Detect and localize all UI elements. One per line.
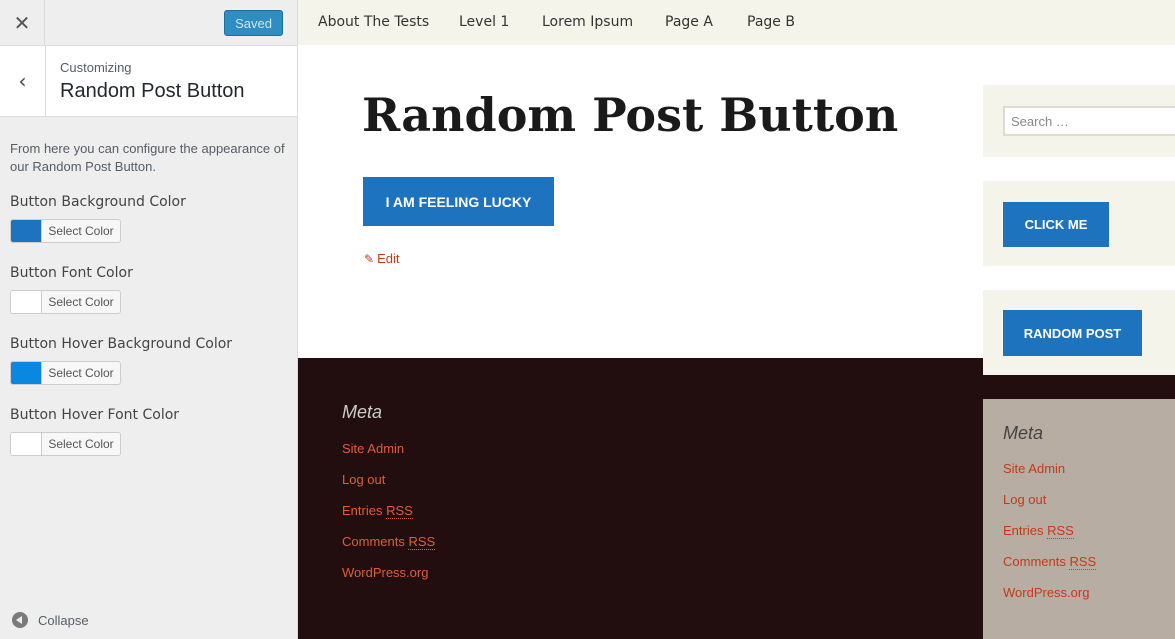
sidebar-link-comments-rss[interactable]: Comments RSS [1003, 554, 1097, 570]
footer-link-site-admin[interactable]: Site Admin [342, 441, 404, 456]
sidebar-link-log-out[interactable]: Log out [1003, 492, 1046, 507]
click-me-widget: CLICK ME [983, 181, 1175, 266]
hover-bg-color-label: Button Hover Background Color [10, 336, 233, 352]
bg-color-select-button[interactable]: Select Color [42, 220, 120, 242]
rss-abbr: RSS [1047, 523, 1074, 539]
hover-bg-color-swatch[interactable] [11, 362, 42, 384]
search-widget: Search … [983, 85, 1175, 157]
comments-label: Comments [1003, 554, 1066, 569]
click-me-button[interactable]: CLICK ME [1003, 202, 1109, 247]
collapse-label: Collapse [38, 612, 89, 628]
site-preview: About The Tests Level 1 Lorem Ipsum Page… [298, 0, 1175, 639]
section-header: ‹ Customizing Random Post Button [0, 46, 297, 117]
footer-meta-heading: Meta [342, 402, 383, 422]
hover-bg-color-picker[interactable]: Select Color [10, 361, 121, 385]
sidebar-meta-heading: Meta [1003, 423, 1044, 443]
random-post-widget: RANDOM POST [983, 290, 1175, 375]
hover-font-color-picker[interactable]: Select Color [10, 432, 121, 456]
nav-item-lorem-ipsum[interactable]: Lorem Ipsum [542, 14, 633, 30]
footer-link-wordpress-org[interactable]: WordPress.org [342, 565, 428, 580]
hover-bg-color-select-button[interactable]: Select Color [42, 362, 120, 384]
hover-font-color-label: Button Hover Font Color [10, 407, 180, 423]
hover-font-color-swatch[interactable] [11, 433, 42, 455]
entries-label: Entries [342, 503, 383, 518]
footer-link-log-out[interactable]: Log out [342, 472, 385, 487]
font-color-swatch[interactable] [11, 291, 42, 313]
rss-abbr: RSS [408, 534, 436, 550]
bg-color-swatch[interactable] [11, 220, 42, 242]
rss-abbr: RSS [1069, 554, 1097, 570]
nav-item-about-the-tests[interactable]: About The Tests [318, 14, 429, 30]
bg-color-label: Button Background Color [10, 194, 186, 210]
collapse-button[interactable]: Collapse [12, 612, 89, 628]
feeling-lucky-button[interactable]: I AM FEELING LUCKY [363, 177, 554, 226]
nav-item-level-1[interactable]: Level 1 [459, 14, 509, 30]
sidebar-link-entries-rss[interactable]: Entries RSS [1003, 523, 1074, 539]
font-color-select-button[interactable]: Select Color [42, 291, 120, 313]
customizer-panel: ✕ Saved ‹ Customizing Random Post Button… [0, 0, 298, 639]
edit-label: Edit [377, 251, 400, 266]
close-icon[interactable]: ✕ [0, 0, 45, 45]
random-post-button[interactable]: RANDOM POST [1003, 310, 1142, 356]
hover-font-color-select-button[interactable]: Select Color [42, 433, 120, 455]
entries-label: Entries [1003, 523, 1044, 538]
bg-color-picker[interactable]: Select Color [10, 219, 121, 243]
search-input[interactable]: Search … [1003, 106, 1175, 136]
nav-item-page-b[interactable]: Page B [747, 14, 795, 30]
saved-button[interactable]: Saved [224, 10, 283, 36]
sidebar-link-site-admin[interactable]: Site Admin [1003, 461, 1065, 476]
page-title: Random Post Button [362, 88, 899, 142]
sidebar-meta-widget: Meta Site Admin Log out Entries RSS Comm… [983, 399, 1175, 639]
comments-label: Comments [342, 534, 405, 549]
section-description: From here you can configure the appearan… [10, 141, 285, 174]
sidebar-link-wordpress-org[interactable]: WordPress.org [1003, 585, 1089, 600]
pencil-icon: ✎ [364, 251, 375, 266]
font-color-label: Button Font Color [10, 265, 133, 281]
font-color-picker[interactable]: Select Color [10, 290, 121, 314]
breadcrumb: Customizing [60, 60, 132, 75]
section-title: Random Post Button [60, 80, 245, 102]
collapse-arrow-icon [12, 612, 28, 628]
nav-item-page-a[interactable]: Page A [665, 14, 713, 30]
rss-abbr: RSS [386, 503, 413, 519]
primary-nav: About The Tests Level 1 Lorem Ipsum Page… [298, 0, 1175, 45]
footer-link-comments-rss[interactable]: Comments RSS [342, 534, 436, 550]
footer-link-entries-rss[interactable]: Entries RSS [342, 503, 413, 519]
customizer-header: ✕ Saved [0, 0, 297, 46]
edit-link[interactable]: ✎ Edit [364, 251, 399, 266]
back-arrow-icon[interactable]: ‹ [0, 46, 46, 116]
